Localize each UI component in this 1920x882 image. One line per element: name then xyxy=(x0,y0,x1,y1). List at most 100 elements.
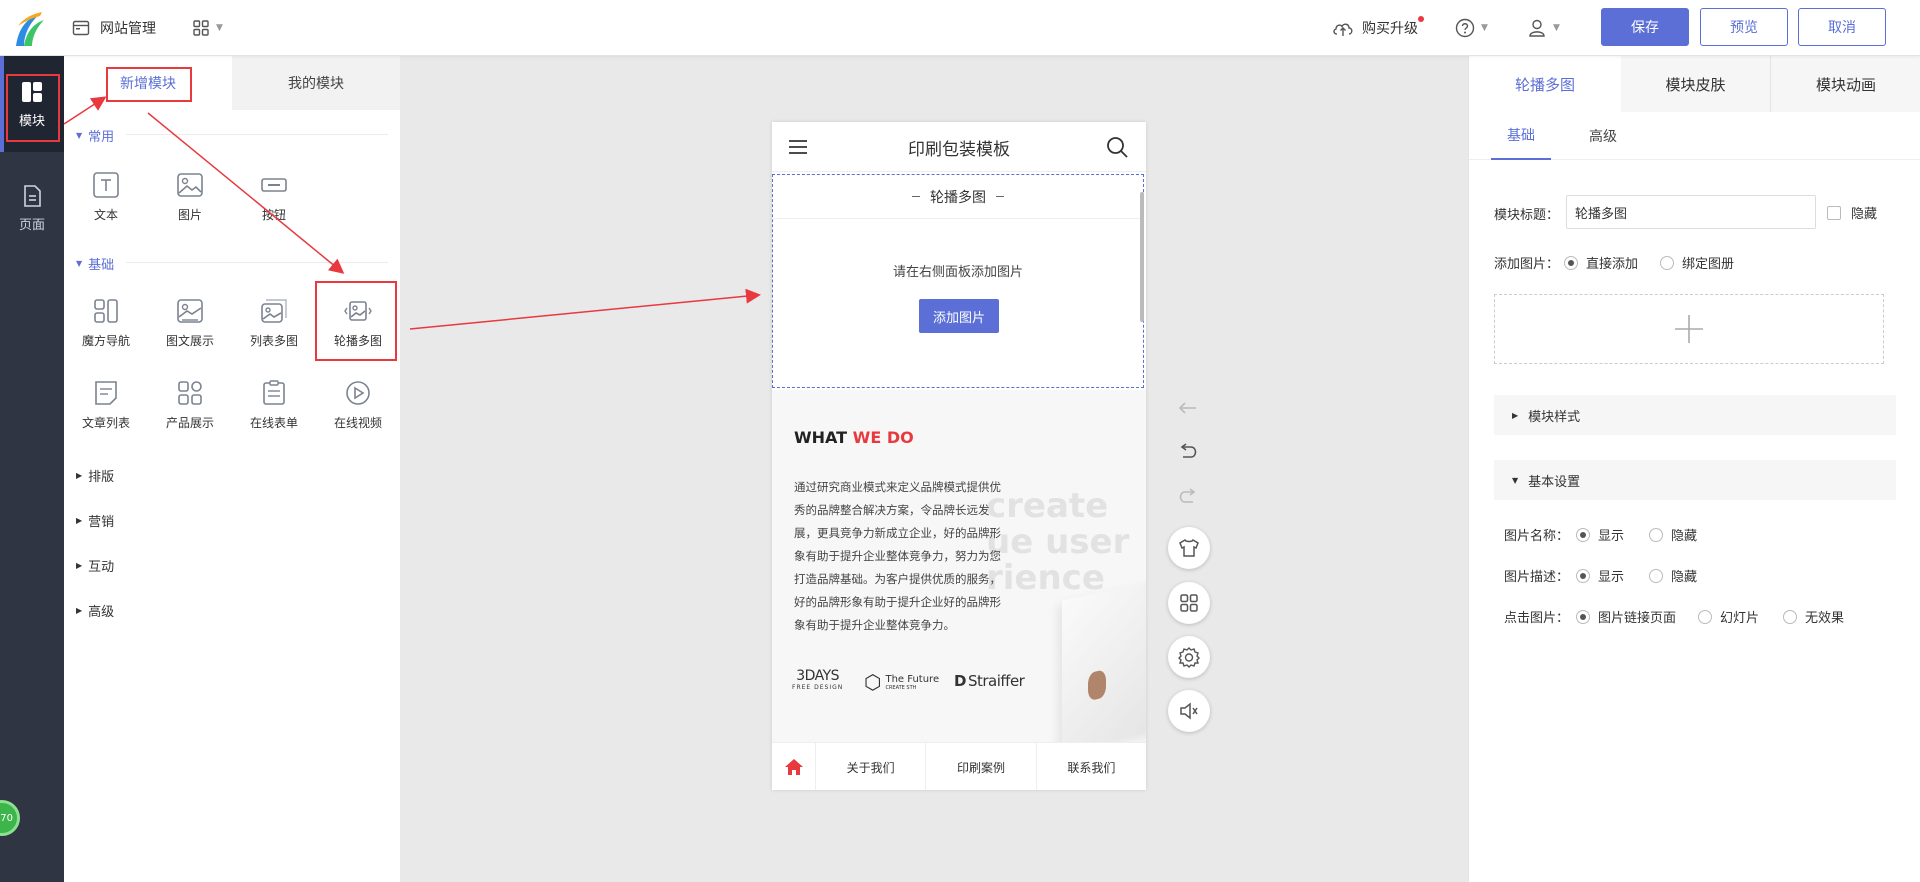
footer-home[interactable] xyxy=(772,743,816,790)
radio-dot xyxy=(1649,568,1663,583)
radio-label: 隐藏 xyxy=(1671,529,1698,544)
divider xyxy=(126,262,388,263)
tile-button[interactable]: 按钮 xyxy=(232,170,316,234)
logo-future-sub: CREATE STH xyxy=(885,684,917,691)
top-bar: 网站管理 ▼ 购买升级 ▼ ▼ 保存 预览 取消 xyxy=(0,0,1920,56)
basic-settings-title: 基本设置 xyxy=(1528,474,1581,490)
tab-module-skin[interactable]: 模块皮肤 xyxy=(1621,56,1771,112)
notification-dot xyxy=(1418,16,1424,22)
tile-article-list[interactable]: 文章列表 xyxy=(64,378,148,442)
radio-click-link[interactable]: 图片链接页面 xyxy=(1576,607,1676,626)
subtab-basic[interactable]: 基础 xyxy=(1491,112,1551,160)
tile-list-images[interactable]: 列表多图 xyxy=(232,296,316,360)
chevron-down-icon: ▼ xyxy=(216,23,223,33)
module-style-collapse[interactable]: ▶ 模块样式 xyxy=(1494,395,1896,435)
tile-online-form[interactable]: 在线表单 xyxy=(232,378,316,442)
nav-item-module[interactable]: 模块 xyxy=(0,56,64,152)
radio-direct-add[interactable]: 直接添加 xyxy=(1564,253,1638,272)
footer-contact[interactable]: 联系我们 xyxy=(1037,743,1146,790)
nav-label-module: 模块 xyxy=(18,113,45,129)
radio-click-slideshow[interactable]: 幻灯片 xyxy=(1698,607,1759,626)
radio-image-desc-show[interactable]: 显示 xyxy=(1576,566,1624,585)
phone-scrollbar[interactable] xyxy=(1140,192,1144,322)
radio-dot xyxy=(1576,568,1590,583)
body-line: 象有助于提升企业整体竞争力。 xyxy=(794,618,955,632)
radio-image-name-hide[interactable]: 隐藏 xyxy=(1649,525,1697,544)
redo-icon[interactable] xyxy=(1178,488,1198,506)
site-manage-menu[interactable]: 网站管理 xyxy=(72,0,156,56)
settings-tool-button[interactable] xyxy=(1168,636,1210,678)
modules-tool-button[interactable] xyxy=(1168,582,1210,624)
tile-online-video[interactable]: 在线视频 xyxy=(316,378,400,442)
section-basic[interactable]: ▼ 基础 xyxy=(76,254,114,273)
preview-button[interactable]: 预览 xyxy=(1700,8,1788,46)
hide-title-checkbox[interactable]: 隐藏 xyxy=(1827,203,1877,222)
tile-carousel[interactable]: 轮播多图 xyxy=(316,296,400,360)
cancel-button[interactable]: 取消 xyxy=(1798,8,1886,46)
section-layout[interactable]: ▶ 排版 xyxy=(76,466,114,485)
module-title-input[interactable] xyxy=(1566,195,1816,229)
footer-cases[interactable]: 印刷案例 xyxy=(926,743,1037,790)
section-common[interactable]: ▼ 常用 xyxy=(76,126,114,145)
help-menu[interactable]: ▼ xyxy=(1455,0,1488,56)
image-upload-area[interactable] xyxy=(1494,294,1884,364)
section-interactive[interactable]: ▶ 互动 xyxy=(76,556,114,575)
article-list-icon xyxy=(95,381,117,405)
tab-my-module-label: 我的模块 xyxy=(288,76,344,92)
tab-my-module[interactable]: 我的模块 xyxy=(232,56,400,110)
radio-bind-album[interactable]: 绑定图册 xyxy=(1660,253,1734,272)
image-desc-label: 图片描述： xyxy=(1504,570,1570,585)
logo-future-main: The Future xyxy=(885,673,940,685)
subtab-advanced[interactable]: 高级 xyxy=(1573,112,1633,160)
user-menu[interactable]: ▼ xyxy=(1527,0,1560,56)
image-text-icon xyxy=(177,299,203,323)
phone-footer-nav: 关于我们 印刷案例 联系我们 xyxy=(772,742,1146,790)
module-style-title: 模块样式 xyxy=(1528,409,1581,425)
buy-upgrade-link[interactable]: 购买升级 xyxy=(1332,0,1424,56)
undo-icon[interactable] xyxy=(1178,443,1198,461)
basic-settings-collapse[interactable]: ▼ 基本设置 xyxy=(1494,460,1896,500)
tile-cube-nav[interactable]: 魔方导航 xyxy=(64,296,148,360)
tile-label: 在线视频 xyxy=(333,416,382,430)
carousel-module[interactable]: 轮播多图 请在右侧面板添加图片 添加图片 xyxy=(772,174,1144,388)
nav-item-page[interactable]: 页面 xyxy=(0,160,64,256)
progress-badge[interactable]: 70 xyxy=(0,800,20,836)
radio-image-desc-hide[interactable]: 隐藏 xyxy=(1649,566,1697,585)
tab-new-module[interactable]: 新增模块 xyxy=(64,56,232,110)
section-advanced[interactable]: ▶ 高级 xyxy=(76,601,114,620)
radio-image-name-show[interactable]: 显示 xyxy=(1576,525,1624,544)
cloud-upload-icon xyxy=(1333,23,1353,36)
tab-carousel[interactable]: 轮播多图 xyxy=(1469,56,1621,112)
tile-label: 文章列表 xyxy=(81,416,130,430)
play-icon xyxy=(346,381,370,405)
section-marketing[interactable]: ▶ 营销 xyxy=(76,511,114,530)
add-image-label: 添加图片： xyxy=(1494,257,1560,272)
subtab-bar: 基础 高级 xyxy=(1469,112,1920,160)
tile-text[interactable]: 文本 xyxy=(64,170,148,234)
search-icon[interactable] xyxy=(1106,136,1128,158)
body-line: 象有助于提升企业整体竞争力，努力为您 xyxy=(794,549,1001,563)
logo-straiffer: D Straiffer xyxy=(954,672,1025,690)
caret-down-icon: ▼ xyxy=(76,259,83,268)
tile-label: 在线表单 xyxy=(249,416,298,430)
save-button[interactable]: 保存 xyxy=(1601,8,1689,46)
caret-right-icon: ▶ xyxy=(76,516,83,525)
radio-label: 显示 xyxy=(1598,570,1625,585)
radio-dot xyxy=(1649,527,1663,542)
hide-label: 隐藏 xyxy=(1851,207,1878,222)
apps-menu[interactable]: ▼ xyxy=(192,0,223,56)
skin-tool-button[interactable] xyxy=(1168,527,1210,569)
footer-about[interactable]: 关于我们 xyxy=(816,743,927,790)
body-line: 打造品牌基础。为客户提供优质的服务， xyxy=(794,572,1001,586)
tile-image[interactable]: 图片 xyxy=(148,170,232,234)
chevron-down-icon: ▼ xyxy=(1553,23,1560,33)
tile-label: 图文展示 xyxy=(165,334,214,348)
sound-tool-button[interactable] xyxy=(1168,690,1210,732)
radio-click-none[interactable]: 无效果 xyxy=(1783,607,1844,626)
body-text: 通过研究商业模式来定义品牌模式提供优 秀的品牌整合解决方案，令品牌长远发 展，更… xyxy=(794,476,1034,637)
back-arrow-icon[interactable] xyxy=(1178,401,1198,415)
tile-product-display[interactable]: 产品展示 xyxy=(148,378,232,442)
tab-module-animation[interactable]: 模块动画 xyxy=(1771,56,1920,112)
tile-image-text[interactable]: 图文展示 xyxy=(148,296,232,360)
add-image-button[interactable]: 添加图片 xyxy=(919,299,999,333)
